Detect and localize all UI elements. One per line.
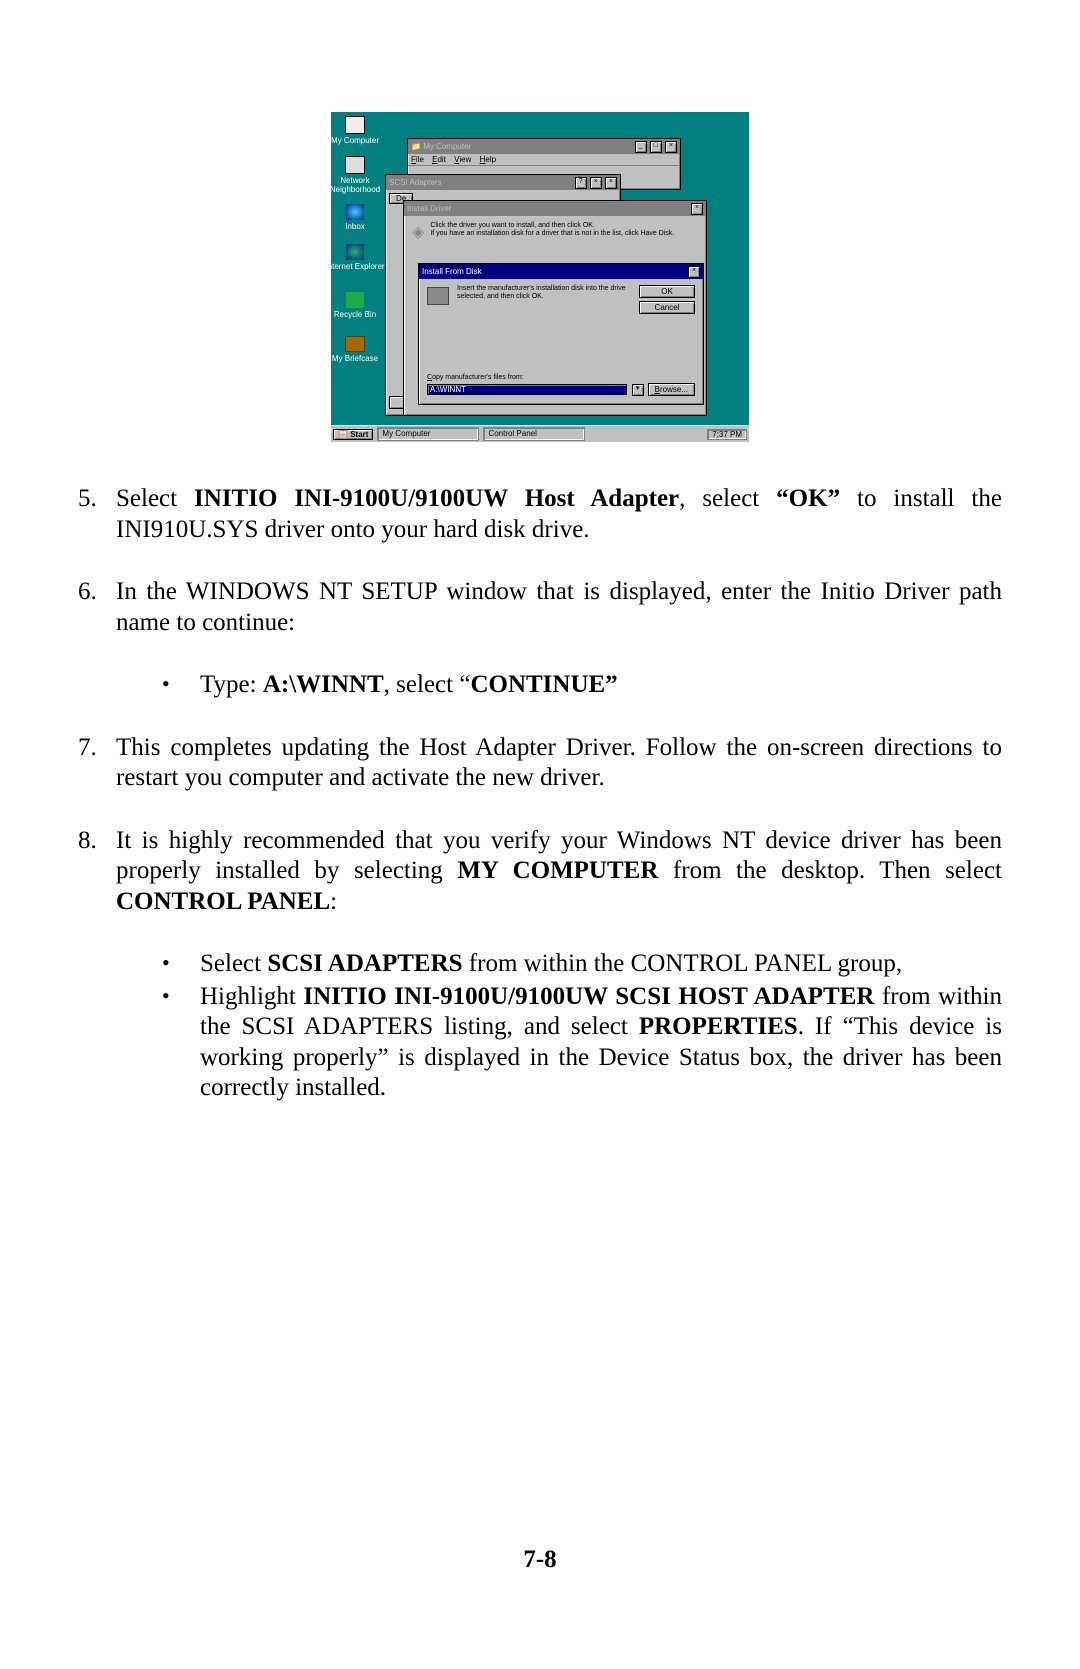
icon-label: Inbox	[345, 222, 365, 231]
step-5: 5. Select INITIO INI-9100U/9100UW Host A…	[78, 484, 1002, 545]
step-6-sub: • Type: A:\WINNT, select “CONTINUE”	[162, 670, 1002, 701]
maximize-icon[interactable]: □	[650, 141, 662, 153]
title-text: Install Driver	[407, 204, 451, 213]
menu-edit[interactable]: Edit	[432, 155, 446, 164]
menu-help[interactable]: Help	[480, 155, 496, 164]
icon-label: Recycle Bin	[334, 310, 376, 319]
title-text: My Computer	[423, 142, 471, 151]
bullet-icon: •	[162, 982, 200, 1104]
icon-label: Network Neighborhood	[330, 176, 380, 194]
step-8: 8. It is highly recommended that you ver…	[78, 826, 1002, 918]
menu-bar: File Edit View Help	[408, 154, 680, 166]
icon-label: Internet Explorer	[325, 262, 384, 271]
taskbar: 🪟 Start My Computer Control Panel 7:37 P…	[331, 425, 749, 442]
path-input[interactable]: A:\WINNT	[427, 384, 627, 395]
taskbar-clock: 7:37 PM	[707, 429, 747, 440]
desktop-icon-briefcase: My Briefcase	[325, 336, 385, 363]
close-icon[interactable]: ×	[688, 266, 700, 278]
desktop-icon-recycle: Recycle Bin	[325, 292, 385, 319]
icon-label: My Computer	[331, 136, 379, 145]
minimize-icon[interactable]: _	[635, 141, 647, 153]
desktop-icon-network: Network Neighborhood	[325, 156, 385, 194]
icon-label: My Briefcase	[332, 354, 378, 363]
step-number: 8.	[78, 826, 116, 918]
driver-icon: ◈	[412, 222, 424, 242]
dropdown-icon[interactable]: ▾	[632, 384, 644, 396]
instruction-text: 5. Select INITIO INI-9100U/9100UW Host A…	[78, 484, 1002, 1104]
copy-from-label: CCopy manufacturer's files from:opy manu…	[427, 374, 695, 381]
page-number: 7-8	[0, 1546, 1080, 1574]
disk-icon	[427, 287, 449, 305]
step-number: 7.	[78, 733, 116, 794]
desktop-icon-ie: Internet Explorer	[325, 244, 385, 271]
window-install-driver: Install Driver × ◈ Click the driver you …	[403, 200, 707, 416]
cancel-button[interactable]: Cancel	[639, 301, 695, 314]
taskbar-control-panel[interactable]: Control Panel	[483, 427, 585, 441]
step-number: 6.	[78, 577, 116, 638]
ok-button[interactable]: OK	[639, 285, 695, 298]
desktop-icon-my-computer: My Computer	[325, 116, 385, 145]
step-7: 7. This completes updating the Host Adap…	[78, 733, 1002, 794]
step-number: 5.	[78, 484, 116, 545]
close-icon[interactable]: ×	[605, 177, 617, 189]
titlebar: 📁 My Computer _ □ ×	[408, 139, 680, 154]
install-driver-text: Click the driver you want to install, an…	[430, 222, 674, 242]
windows-nt-screenshot: My Computer Network Neighborhood Inbox I…	[331, 112, 749, 442]
menu-file[interactable]: File	[411, 155, 424, 164]
browse-button[interactable]: Browse...	[648, 383, 695, 396]
path-value: A:\WINNT	[430, 385, 466, 394]
step-6: 6. In the WINDOWS NT SETUP window that i…	[78, 577, 1002, 638]
bullet-icon: •	[162, 949, 200, 980]
titlebar: Install Driver ×	[404, 201, 706, 216]
titlebar: Install From Disk ×	[419, 264, 703, 279]
step-8-sub: • Select SCSI ADAPTERS from within the C…	[162, 949, 1002, 1104]
close-icon[interactable]: ×	[590, 177, 602, 189]
menu-view[interactable]: View	[454, 155, 471, 164]
start-button[interactable]: 🪟 Start	[333, 429, 373, 440]
install-from-disk-text: Insert the manufacturer's installation d…	[457, 285, 631, 302]
titlebar: SCSI Adapters ? × ×	[386, 175, 620, 190]
title-text: SCSI Adapters	[389, 178, 441, 187]
document-page: My Computer Network Neighborhood Inbox I…	[78, 0, 1002, 1106]
taskbar-my-computer[interactable]: My Computer	[377, 427, 479, 441]
close-icon[interactable]: ×	[691, 203, 703, 215]
bullet-icon: •	[162, 670, 200, 701]
help-icon[interactable]: ?	[575, 177, 587, 189]
desktop-icon-inbox: Inbox	[325, 204, 385, 231]
window-install-from-disk: Install From Disk × Insert the manufactu…	[418, 263, 704, 405]
close-icon[interactable]: ×	[665, 141, 677, 153]
title-text: Install From Disk	[422, 267, 482, 276]
